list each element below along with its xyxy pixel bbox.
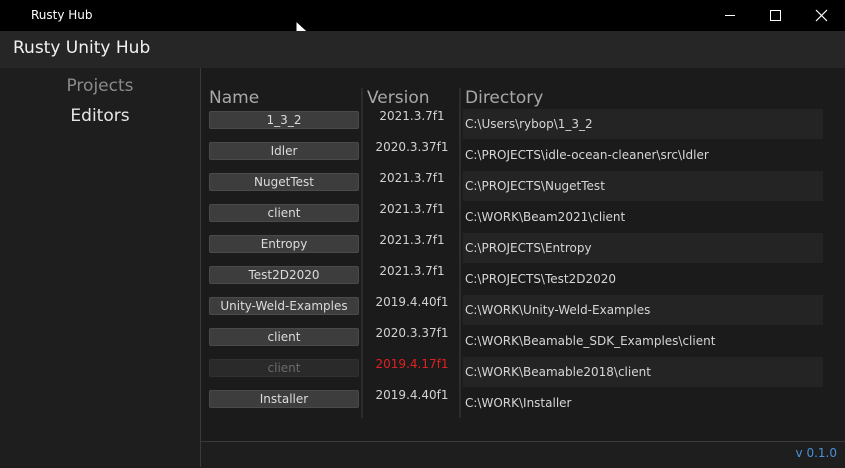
minimize-button[interactable] — [707, 0, 753, 31]
column-header-name: Name — [209, 88, 260, 108]
project-open-button[interactable]: Idler — [209, 142, 359, 160]
table-row: client 2021.3.7f1 C:\WORK\Beam2021\clien… — [201, 202, 845, 233]
project-open-button[interactable]: client — [209, 204, 359, 222]
sidebar-item-editors[interactable]: Editors — [0, 106, 200, 126]
project-open-button[interactable]: NugetTest — [209, 173, 359, 191]
project-open-button[interactable]: 1_3_2 — [209, 111, 359, 129]
project-version: 2019.4.40f1 — [375, 295, 449, 309]
table-row: Unity-Weld-Examples 2019.4.40f1 C:\WORK\… — [201, 295, 845, 326]
project-version: 2019.4.40f1 — [375, 388, 449, 402]
project-version: 2021.3.7f1 — [379, 202, 445, 216]
project-open-button[interactable]: client — [209, 328, 359, 346]
project-directory: C:\PROJECTS\Test2D2020 — [465, 272, 617, 286]
project-open-button[interactable]: Test2D2020 — [209, 266, 359, 284]
project-directory: C:\Users\rybop\1_3_2 — [465, 117, 593, 131]
maximize-icon — [770, 10, 781, 21]
minimize-icon — [725, 15, 735, 16]
project-directory: C:\WORK\Beamable2018\client — [465, 365, 651, 379]
table-row: 1_3_2 2021.3.7f1 C:\Users\rybop\1_3_2 — [201, 109, 845, 140]
window-titlebar[interactable]: Rusty Hub — [0, 0, 845, 31]
maximize-button[interactable] — [753, 0, 799, 31]
project-open-button[interactable]: Entropy — [209, 235, 359, 253]
project-directory: C:\WORK\Beamable_SDK_Examples\client — [465, 334, 716, 348]
project-open-button[interactable]: Unity-Weld-Examples — [209, 297, 359, 315]
project-version: 2020.3.37f1 — [375, 140, 449, 154]
table-row: client 2019.4.17f1 C:\WORK\Beamable2018\… — [201, 357, 845, 388]
project-directory: C:\PROJECTS\idle-ocean-cleaner\src\Idler — [465, 148, 709, 162]
window-title: Rusty Hub — [31, 8, 93, 22]
project-directory: C:\WORK\Unity-Weld-Examples — [465, 303, 651, 317]
table-row: client 2020.3.37f1 C:\WORK\Beamable_SDK_… — [201, 326, 845, 357]
table-row: Installer 2019.4.40f1 C:\WORK\Installer — [201, 388, 845, 419]
project-directory: C:\PROJECTS\Entropy — [465, 241, 592, 255]
project-directory: C:\PROJECTS\NugetTest — [465, 179, 605, 193]
table-row: NugetTest 2021.3.7f1 C:\PROJECTS\NugetTe… — [201, 171, 845, 202]
project-open-button[interactable]: Installer — [209, 390, 359, 408]
close-button[interactable] — [799, 0, 845, 31]
project-version: 2021.3.7f1 — [379, 233, 445, 247]
close-icon — [815, 9, 828, 22]
project-version: 2021.3.7f1 — [379, 171, 445, 185]
app-title: Rusty Unity Hub — [13, 38, 151, 58]
project-version: 2021.3.7f1 — [379, 264, 445, 278]
table-row: Idler 2020.3.37f1 C:\PROJECTS\idle-ocean… — [201, 140, 845, 171]
table-row: Test2D2020 2021.3.7f1 C:\PROJECTS\Test2D… — [201, 264, 845, 295]
app-header: Rusty Unity Hub — [0, 31, 845, 69]
column-header-directory: Directory — [465, 88, 544, 108]
status-bar: v 0.1.0 — [201, 441, 845, 468]
project-version: 2020.3.37f1 — [375, 326, 449, 340]
project-directory: C:\WORK\Beam2021\client — [465, 210, 626, 224]
project-version-missing: 2019.4.17f1 — [375, 357, 449, 371]
projects-table: Name Version Directory 1_3_2 2021.3.7f1 … — [201, 68, 845, 441]
project-version: 2021.3.7f1 — [379, 109, 445, 123]
app-version-label: v 0.1.0 — [795, 446, 837, 460]
sidebar: Projects Editors — [0, 68, 201, 467]
column-header-version: Version — [367, 88, 430, 108]
project-directory: C:\WORK\Installer — [465, 396, 572, 410]
table-row: Entropy 2021.3.7f1 C:\PROJECTS\Entropy — [201, 233, 845, 264]
project-open-button-disabled: client — [209, 359, 359, 377]
sidebar-item-projects[interactable]: Projects — [0, 76, 200, 96]
